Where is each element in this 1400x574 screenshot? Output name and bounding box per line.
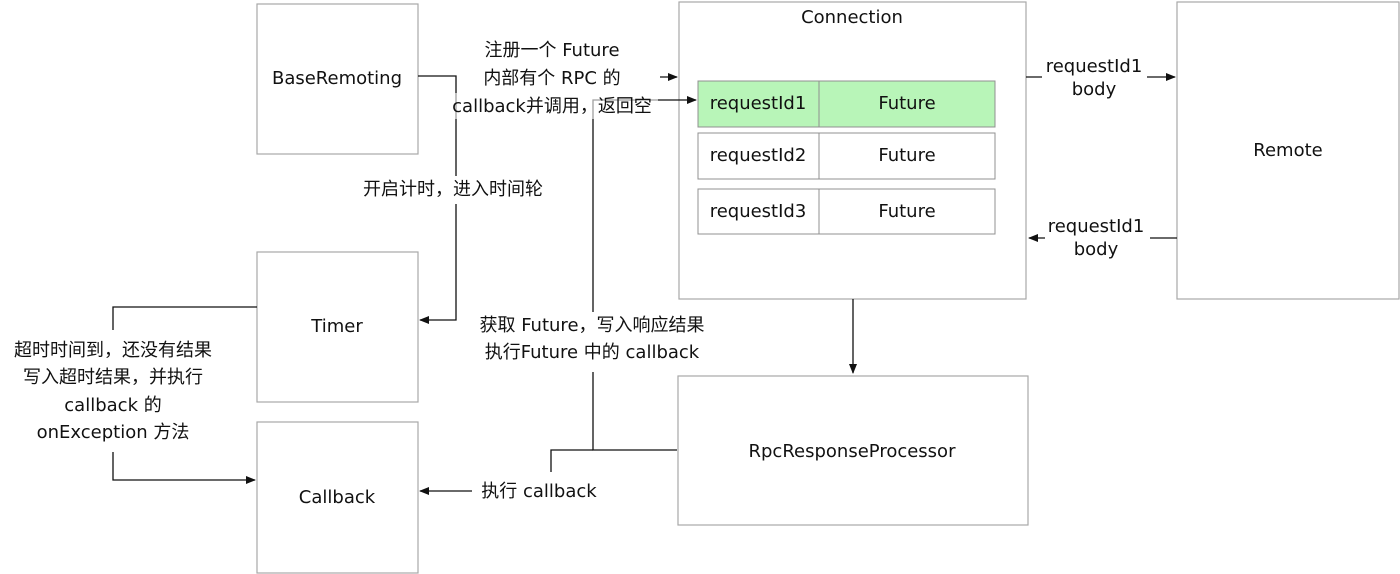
get-future-label-line: 获取 Future，写入响应结果 bbox=[479, 315, 704, 336]
timeout-label-line: 超时时间到，还没有结果 bbox=[14, 340, 212, 361]
callback-label: Callback bbox=[299, 487, 376, 508]
table-row: requestId2 Future bbox=[697, 132, 996, 180]
timer-node: Timer bbox=[256, 251, 419, 403]
response-label-line: body bbox=[1074, 239, 1119, 260]
edge-response-to-callback-branch bbox=[550, 449, 593, 472]
connection-label: Connection bbox=[801, 7, 903, 28]
register-label-line: 注册一个 Future bbox=[484, 40, 619, 61]
rpc-response-processor-node: RpcResponseProcessor bbox=[677, 375, 1029, 526]
request-id-cell: requestId3 bbox=[710, 201, 807, 222]
remote-label: Remote bbox=[1253, 140, 1322, 161]
edge-timer-timeout-bottom bbox=[112, 452, 256, 484]
table-row: requestId1 Future bbox=[697, 80, 996, 128]
base-remoting-node: BaseRemoting bbox=[256, 3, 419, 155]
response-label-line: requestId1 bbox=[1048, 216, 1145, 237]
future-cell: Future bbox=[878, 93, 935, 114]
get-future-label-line: 执行Future 中的 callback bbox=[485, 342, 700, 363]
exec-callback-label: 执行 callback bbox=[481, 481, 597, 502]
register-label-line: callback并调用，返回空 bbox=[452, 96, 652, 117]
request-id-cell: requestId2 bbox=[710, 145, 807, 166]
future-cell: Future bbox=[878, 145, 935, 166]
timeout-label-line: callback 的 bbox=[64, 395, 161, 416]
table-row: requestId3 Future bbox=[697, 188, 996, 235]
base-remoting-label: BaseRemoting bbox=[272, 68, 402, 89]
timeout-label-line: 写入超时结果，并执行 bbox=[23, 367, 203, 388]
start-timer-label: 开启计时，进入时间轮 bbox=[363, 179, 543, 200]
diagram: BaseRemoting Timer Callback Connection R… bbox=[14, 1, 1400, 574]
timeout-label-line: onException 方法 bbox=[37, 422, 190, 443]
callback-node: Callback bbox=[256, 421, 419, 574]
remote-node: Remote bbox=[1176, 1, 1400, 300]
rpc-response-processor-label: RpcResponseProcessor bbox=[749, 441, 957, 462]
edge-timer-timeout-top bbox=[112, 306, 257, 330]
request-label-line: body bbox=[1072, 79, 1117, 100]
register-label-line: 内部有个 RPC 的 bbox=[483, 68, 620, 89]
timer-label: Timer bbox=[310, 316, 363, 337]
future-cell: Future bbox=[878, 201, 935, 222]
request-label-line: requestId1 bbox=[1046, 56, 1143, 77]
request-id-cell: requestId1 bbox=[710, 93, 807, 114]
